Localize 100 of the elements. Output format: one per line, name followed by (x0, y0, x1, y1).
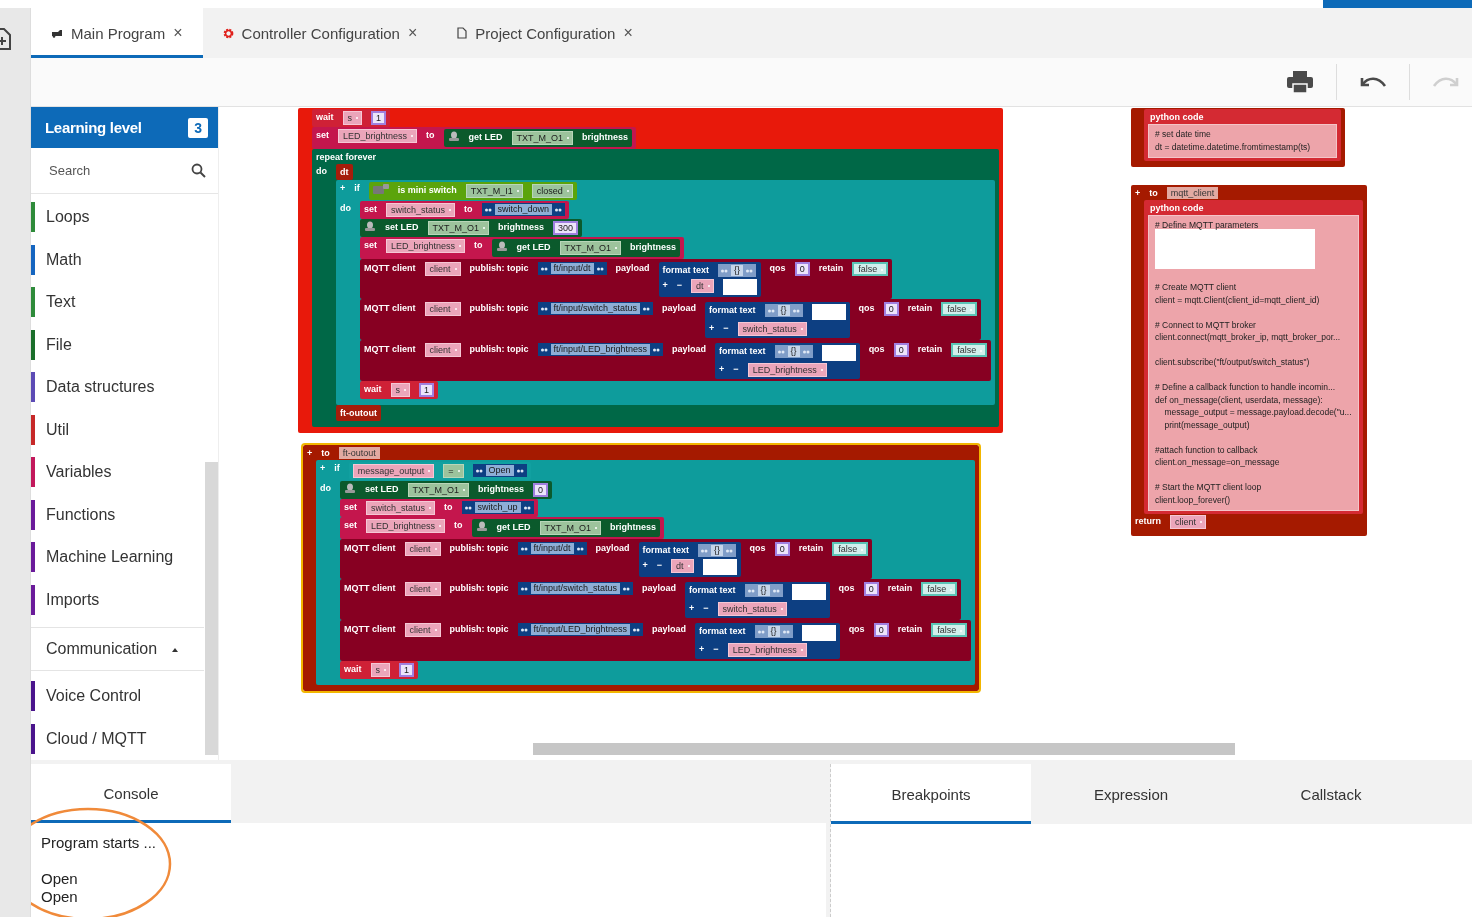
number-field[interactable]: 0 (873, 623, 889, 637)
category-item[interactable]: Util (31, 408, 204, 451)
text-field[interactable]: ft/input/dt (550, 263, 594, 274)
mutator-button[interactable]: + (1135, 187, 1141, 199)
category-item[interactable]: Data structures (31, 366, 204, 409)
text-field[interactable]: {} (767, 626, 780, 637)
caret-icon[interactable] (172, 648, 178, 652)
mutator-button[interactable]: − (713, 643, 719, 655)
boolean-dropdown[interactable]: false (852, 262, 889, 276)
variable-dropdown[interactable]: client (424, 262, 461, 276)
text-field[interactable]: ft/input/dt (530, 543, 574, 554)
variable-dropdown[interactable]: LED_brightness (747, 363, 827, 377)
category-item[interactable]: Cloud / MQTT (31, 717, 204, 760)
variable-dropdown[interactable]: client (404, 542, 441, 556)
search-icon[interactable] (191, 163, 206, 178)
variable-dropdown[interactable]: switch_status (386, 203, 456, 217)
variable-dropdown[interactable]: client (404, 623, 441, 637)
scrollbar[interactable] (533, 743, 1235, 755)
variable-dropdown[interactable]: LED_brightness (727, 643, 807, 657)
mutator-button[interactable]: − (733, 363, 739, 375)
variable-dropdown[interactable]: client (424, 302, 461, 316)
mutator-button[interactable]: − (703, 602, 709, 614)
text-field[interactable]: ft/input/switch_status (550, 303, 641, 314)
category-item[interactable]: Machine Learning (31, 536, 204, 579)
number-field[interactable]: 1 (419, 383, 435, 397)
boolean-dropdown[interactable]: false (941, 302, 978, 316)
tab[interactable]: Controller Configuration × (202, 8, 438, 58)
mutator-button[interactable]: + (699, 643, 705, 655)
mutator-button[interactable]: + (689, 602, 695, 614)
mutator-button[interactable]: + (662, 279, 668, 291)
category-item[interactable]: Imports (31, 578, 204, 621)
variable-dropdown[interactable]: switch_status (717, 602, 787, 616)
category-item[interactable]: Functions (31, 493, 204, 536)
text-field[interactable]: {} (731, 265, 744, 276)
text-field[interactable]: switch_down (494, 204, 553, 215)
category-item[interactable]: File (31, 323, 204, 366)
tab[interactable]: Project Configuration × (437, 8, 653, 58)
mutator-button[interactable]: + (307, 447, 313, 459)
text-field[interactable]: Open (485, 465, 514, 476)
boolean-dropdown[interactable]: false (951, 343, 988, 357)
category-item[interactable]: Voice Control (31, 675, 204, 718)
close-icon[interactable]: × (407, 24, 418, 42)
number-field[interactable]: 1 (399, 663, 415, 677)
variable-dropdown[interactable]: LED_brightness (366, 519, 446, 533)
option-dropdown[interactable]: TXT_M_I1 (465, 184, 523, 198)
variable-dropdown[interactable]: s (370, 663, 390, 677)
option-dropdown[interactable]: closed (531, 184, 573, 198)
option-dropdown[interactable]: TXT_M_O1 (407, 483, 470, 497)
number-field[interactable]: 0 (893, 343, 909, 357)
variable-dropdown[interactable]: dt (691, 279, 714, 293)
variable-dropdown[interactable]: dt (671, 559, 694, 573)
number-field[interactable]: 0 (863, 582, 879, 596)
category-item[interactable]: Variables (31, 451, 204, 494)
variable-dropdown[interactable]: client (1170, 515, 1207, 529)
text-field[interactable]: {} (711, 545, 724, 556)
category-group[interactable]: Communication (31, 627, 204, 671)
number-field[interactable]: 0 (883, 302, 899, 316)
number-field[interactable]: 0 (533, 483, 549, 497)
option-dropdown[interactable]: TXT_M_O1 (511, 131, 574, 145)
tab[interactable]: Breakpoints (831, 764, 1031, 824)
mutator-button[interactable]: + (642, 559, 648, 571)
boolean-dropdown[interactable]: false (832, 542, 869, 556)
print-icon[interactable] (1286, 70, 1314, 94)
variable-dropdown[interactable]: s (390, 383, 410, 397)
text-field[interactable]: {} (777, 305, 790, 316)
tab[interactable]: Console (31, 764, 231, 823)
function-name-field[interactable]: ft-outout (338, 447, 380, 459)
option-dropdown[interactable]: TXT_M_O1 (539, 521, 602, 535)
variable-dropdown[interactable]: LED_brightness (338, 129, 418, 143)
option-dropdown[interactable]: TXT_M_O1 (559, 241, 622, 255)
option-dropdown[interactable]: TXT_M_O1 (427, 221, 490, 235)
function-name-field[interactable]: mqtt_client (1166, 187, 1219, 199)
variable-dropdown[interactable]: message_output (352, 464, 435, 478)
number-field[interactable]: 0 (774, 542, 790, 556)
text-field[interactable]: switch_up (474, 502, 521, 513)
tab[interactable]: Callstack (1231, 764, 1431, 824)
mutator-button[interactable]: − (676, 279, 683, 291)
number-field[interactable]: 0 (794, 262, 810, 276)
scrollbar[interactable] (205, 462, 218, 755)
code-field[interactable]: # set date time dt = datetime.datetime.fromtimestamp(ts) (1148, 124, 1337, 158)
boolean-dropdown[interactable]: false (931, 623, 968, 637)
tab[interactable]: Main Program × (31, 8, 203, 58)
mutator-button[interactable]: − (656, 559, 663, 571)
variable-dropdown[interactable]: s (342, 111, 362, 125)
text-field[interactable]: ft/input/switch_status (530, 583, 621, 594)
option-dropdown[interactable]: = (443, 464, 464, 478)
number-field[interactable]: 300 (553, 221, 579, 235)
category-item[interactable]: Text (31, 281, 204, 324)
text-field[interactable]: ft/input/LED_brightness (550, 344, 651, 355)
variable-dropdown[interactable]: client (404, 582, 441, 596)
close-icon[interactable]: × (173, 24, 183, 42)
text-field[interactable]: {} (757, 585, 770, 596)
variable-dropdown[interactable]: switch_status (737, 322, 807, 336)
category-item[interactable]: Loops (31, 196, 204, 239)
boolean-dropdown[interactable]: false (921, 582, 958, 596)
mutator-button[interactable]: − (723, 322, 729, 334)
tab[interactable]: Expression (1031, 764, 1231, 824)
mutator-button[interactable]: + (719, 363, 725, 375)
close-icon[interactable]: × (623, 24, 633, 42)
category-item[interactable]: Math (31, 238, 204, 281)
